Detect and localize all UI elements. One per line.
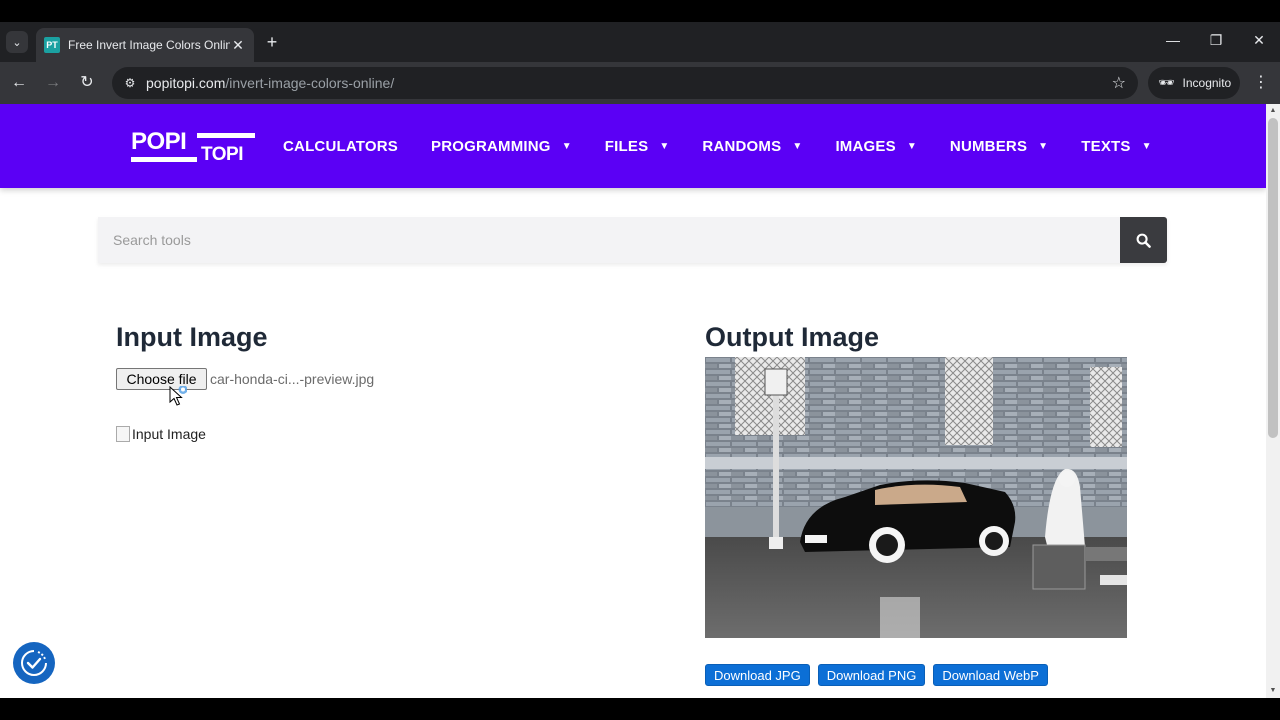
nav-item-texts[interactable]: TEXTS ▼ <box>1081 138 1151 155</box>
output-image-heading: Output Image <box>705 322 879 352</box>
screen-top-bar <box>0 0 1280 22</box>
inverted-car-image <box>705 357 1127 638</box>
tab-close-icon[interactable]: ✕ <box>230 37 246 54</box>
cookie-consent-icon <box>21 650 47 676</box>
address-bar[interactable]: ⚙ popitopi.com/invert-image-colors-onlin… <box>112 67 1138 99</box>
caret-down-icon: ▼ <box>1038 140 1049 152</box>
logo-bar-bottom <box>131 157 197 162</box>
page-scrollbar[interactable]: ▲ ▼ <box>1266 104 1280 698</box>
back-arrow-icon[interactable]: ← <box>8 72 30 94</box>
restore-icon[interactable]: ❐ <box>1196 32 1236 49</box>
nav-item-calculators[interactable]: CALCULATORS <box>283 138 398 155</box>
browser-tab-active[interactable]: PT Free Invert Image Colors Online ✕ <box>36 28 254 62</box>
caret-down-icon: ▼ <box>1141 140 1152 152</box>
logo-line1: POPI <box>131 128 187 155</box>
forward-arrow-icon[interactable]: → <box>42 72 64 94</box>
choose-file-button[interactable]: Choose file <box>116 368 207 390</box>
tab-search-icon[interactable]: ⌄ <box>6 31 28 53</box>
output-image <box>705 357 1127 638</box>
logo-line2: TOPI <box>201 144 244 165</box>
download-png-button[interactable]: Download PNG <box>817 664 926 686</box>
nav-item-images[interactable]: IMAGES ▼ <box>835 138 916 155</box>
search-icon <box>1136 233 1151 248</box>
caret-down-icon: ▼ <box>561 140 572 152</box>
nav-item-numbers[interactable]: NUMBERS ▼ <box>950 138 1048 155</box>
main-nav: CALCULATORS PROGRAMMING ▼ FILES ▼ RANDOMS ▼… <box>283 104 1185 188</box>
tool-search <box>98 217 1167 263</box>
reload-icon[interactable]: ↻ <box>76 72 98 94</box>
site-header: POPI TOPI CALCULATORS PROGRAMMING ▼ FILES… <box>0 104 1266 188</box>
caret-down-icon: ▼ <box>659 140 670 152</box>
browser-menu-icon[interactable]: ⋮ <box>1252 72 1270 92</box>
browser-tab-strip: ⌄ PT Free Invert Image Colors Online ✕ +… <box>0 22 1280 62</box>
incognito-indicator[interactable]: 🕶 Incognito <box>1148 67 1240 99</box>
minimize-icon[interactable]: — <box>1153 32 1193 48</box>
download-webp-button[interactable]: Download WebP <box>933 664 1048 686</box>
site-info-icon[interactable]: ⚙ <box>122 76 138 90</box>
nav-item-randoms[interactable]: RANDOMS ▼ <box>702 138 802 155</box>
logo-bar-top <box>197 133 255 138</box>
download-buttons: Download JPG Download PNG Download WebP <box>705 664 1056 686</box>
selected-file-name: car-honda-ci...-preview.jpg <box>210 371 375 387</box>
screen-bottom-bar <box>0 698 1280 720</box>
incognito-label: Incognito <box>1182 76 1232 90</box>
search-input[interactable] <box>98 217 1120 263</box>
caret-down-icon: ▼ <box>792 140 803 152</box>
new-tab-plus-icon[interactable]: + <box>262 32 282 52</box>
caret-down-icon: ▼ <box>906 140 917 152</box>
browser-toolbar: ← → ↻ ⚙ popitopi.com/invert-image-colors… <box>0 62 1280 104</box>
mouse-cursor-icon <box>169 386 187 406</box>
scroll-up-arrow-icon[interactable]: ▲ <box>1266 104 1280 118</box>
url-text: popitopi.com/invert-image-colors-online/ <box>146 75 395 91</box>
cookie-consent-button[interactable] <box>13 642 55 684</box>
bookmark-star-icon[interactable]: ☆ <box>1112 73 1126 93</box>
scroll-down-arrow-icon[interactable]: ▼ <box>1266 684 1280 698</box>
page-viewport: POPI TOPI CALCULATORS PROGRAMMING ▼ FILES… <box>0 104 1266 698</box>
window-close-icon[interactable]: ✕ <box>1239 32 1279 49</box>
nav-item-files[interactable]: FILES ▼ <box>605 138 670 155</box>
scroll-thumb[interactable] <box>1268 118 1278 438</box>
tab-title: Free Invert Image Colors Online <box>68 38 230 52</box>
site-favicon-icon: PT <box>44 37 60 53</box>
input-image-alt-text: Input Image <box>132 426 206 442</box>
site-logo[interactable]: POPI TOPI <box>131 128 255 166</box>
search-button[interactable] <box>1120 217 1167 263</box>
incognito-icon: 🕶 <box>1158 75 1175 90</box>
input-image-heading: Input Image <box>116 322 268 352</box>
download-jpg-button[interactable]: Download JPG <box>705 664 810 686</box>
input-image-broken: Input Image <box>116 426 206 442</box>
nav-item-programming[interactable]: PROGRAMMING ▼ <box>431 138 572 155</box>
broken-image-icon <box>116 426 130 442</box>
